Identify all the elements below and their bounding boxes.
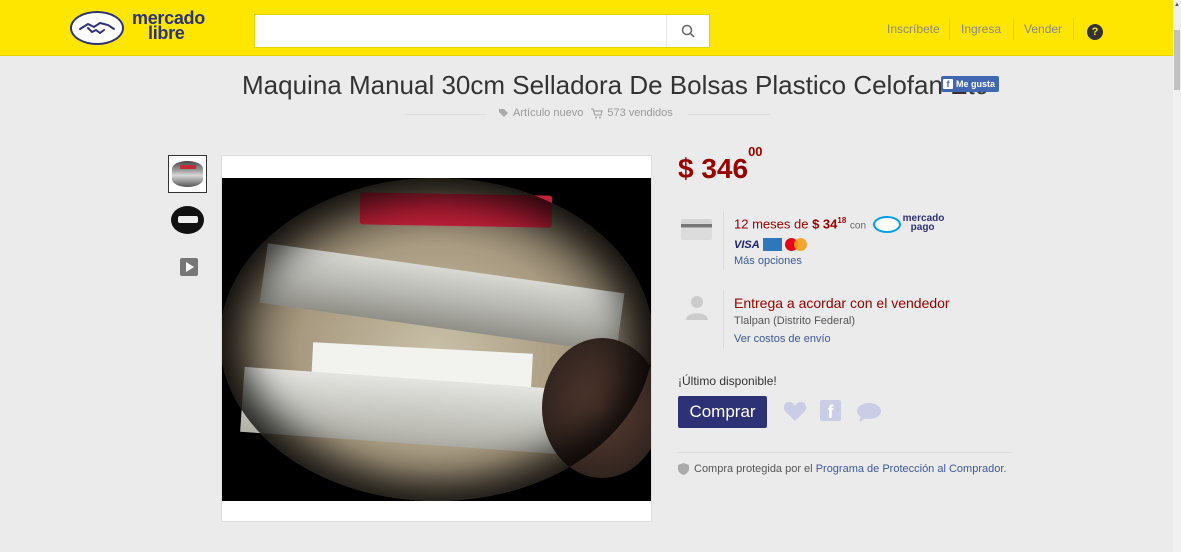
price-cents: 00 (748, 143, 763, 159)
search-box (254, 14, 710, 48)
divider-line (405, 114, 487, 115)
protection-end: . (1003, 463, 1007, 475)
comment-icon[interactable] (856, 402, 882, 422)
nav-divider (1073, 18, 1074, 40)
nav-divider (1013, 18, 1014, 40)
top-bar: mercado libre Inscríbete Ingresa Vender … (0, 0, 1173, 55)
nav-login-link[interactable]: Ingresa (961, 22, 1001, 36)
condition-label: Artículo nuevo (513, 107, 584, 119)
buy-button[interactable]: Comprar (678, 396, 767, 428)
stock-label: ¡Último disponible! (678, 374, 777, 388)
nav-divider (949, 18, 950, 40)
divider-line (688, 114, 770, 115)
product-image[interactable] (222, 178, 651, 501)
handshake-icon (70, 11, 124, 45)
nav-sell-link[interactable]: Vender (1024, 22, 1062, 36)
subtitle-info: Artículo nuevo 573 vendidos (498, 107, 673, 119)
price-whole: $ 346 (678, 153, 749, 184)
search-icon (681, 24, 695, 38)
amex-icon (762, 238, 782, 251)
handshake-icon (872, 216, 901, 233)
vertical-divider (723, 212, 724, 270)
visa-icon: VISA (734, 238, 760, 251)
product-title: Maquina Manual 30cm Selladora De Bolsas … (242, 70, 988, 100)
cart-icon (591, 107, 604, 118)
more-payment-options-link[interactable]: Más opciones (734, 255, 802, 267)
price: $ 34600 (678, 144, 763, 185)
user-icon (686, 296, 708, 320)
buyer-protection: Compra protegida por el Programa de Prot… (678, 463, 1006, 475)
thumbnail-1[interactable] (168, 155, 207, 193)
scrollbar[interactable]: ▲ (1173, 0, 1181, 552)
heart-icon[interactable] (783, 400, 807, 422)
card-logos: VISA (734, 237, 809, 252)
tag-icon (499, 108, 508, 117)
search-button[interactable] (666, 15, 709, 47)
seller-location: Tlalpan (Distrito Federal) (734, 315, 856, 327)
credit-card-icon (681, 219, 712, 240)
facebook-like-button[interactable]: f Me gusta (941, 76, 1000, 92)
scrollbar-thumb[interactable] (1174, 30, 1180, 90)
thumbnail-2[interactable] (171, 206, 204, 234)
installments-prefix: 12 meses de (734, 216, 809, 232)
divider-line (678, 452, 1012, 453)
mastercard-icon (784, 237, 809, 252)
delivery-title: Entrega a acordar con el vendedor (734, 295, 950, 311)
installment-amount: $ 34 (812, 216, 838, 232)
mercadolibre-logo[interactable]: mercado libre (70, 7, 220, 51)
installments-info: 12 meses de $ 3418 con mercado pago (734, 214, 944, 234)
shield-icon (678, 463, 689, 475)
mercadopago-logo: mercado pago (872, 214, 944, 234)
vertical-divider (723, 290, 724, 348)
sold-count: 573 vendidos (607, 107, 673, 119)
with-label: con (849, 220, 867, 232)
video-thumbnail-play-icon[interactable] (180, 258, 198, 276)
installment-cents: 18 (837, 216, 847, 226)
logo-text: mercado libre (132, 8, 205, 43)
main-image-container[interactable] (221, 155, 652, 522)
like-label: Me gusta (956, 79, 996, 89)
facebook-share-icon[interactable]: f (820, 400, 841, 422)
search-input[interactable] (255, 15, 685, 45)
protection-program-link[interactable]: Programa de Protección al Comprador (816, 463, 1004, 475)
nav-signup-link[interactable]: Inscríbete (887, 22, 940, 36)
facebook-icon: f (943, 79, 953, 89)
shipping-costs-link[interactable]: Ver costos de envío (734, 333, 831, 345)
protection-text: Compra protegida por el (694, 463, 813, 475)
help-icon[interactable]: ? (1087, 24, 1103, 40)
product-subtitle: Artículo nuevo 573 vendidos (405, 106, 770, 122)
scroll-up-arrow-icon[interactable]: ▲ (1174, 2, 1180, 8)
